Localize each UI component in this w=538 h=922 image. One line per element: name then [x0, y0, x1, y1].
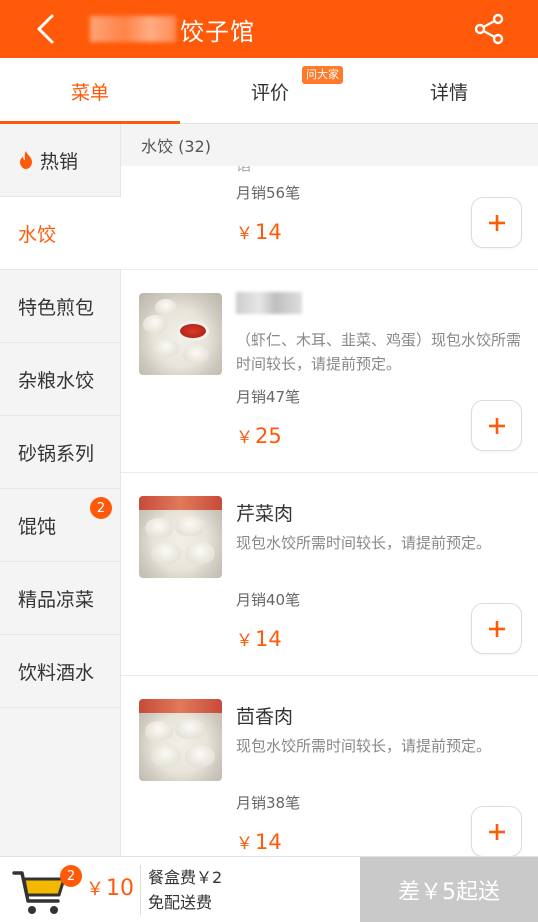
dish-image [139, 699, 222, 781]
dish-image [139, 293, 222, 375]
checkout-label: 差￥5起送 [398, 880, 500, 905]
currency-symbol: ￥ [236, 631, 253, 651]
sidebar-item-label: 特色煎包 [18, 296, 95, 319]
ask-everyone-badge: 问大家 [302, 66, 343, 84]
sidebar-item-label: 馄饨 [18, 515, 57, 538]
cart-total-value: 10 [106, 876, 134, 901]
dish-price-value: 25 [255, 424, 282, 448]
back-arrow-icon[interactable] [30, 12, 64, 46]
dish-list: 水饺 (32) 馅 月销56笔 ￥14 （虾仁、木耳、韭菜、鸡蛋）现包水饺所需时… [121, 124, 538, 856]
dish-desc: 现包水饺所需时间较长，请提前预定。 [236, 737, 492, 755]
plus-icon [488, 620, 505, 637]
dish-name: 茴香肉 [236, 706, 294, 728]
tab-bar: 菜单 评价 问大家 详情 [0, 58, 538, 124]
sidebar-item-label: 热销 [40, 150, 79, 173]
currency-symbol: ￥ [236, 834, 253, 854]
shop-title: 饺子馆 [90, 10, 255, 48]
currency-symbol: ￥ [236, 224, 253, 244]
dish-image [139, 496, 222, 578]
dish-price: ￥14 [236, 626, 282, 651]
divider [140, 865, 141, 915]
section-title: 水饺 (32) [141, 137, 211, 156]
shopping-cart-icon[interactable] [10, 859, 70, 919]
plus-icon [488, 823, 505, 840]
cart-total: ￥10 [86, 875, 134, 901]
tab-menu-label: 菜单 [70, 81, 109, 104]
dish-price-value: 14 [255, 220, 282, 244]
sidebar-item-hot[interactable]: 热销 [0, 124, 120, 197]
sidebar-item-cold-dishes[interactable]: 精品凉菜 [0, 562, 120, 635]
sidebar-item-clay-pot[interactable]: 砂锅系列 [0, 416, 120, 489]
dish-sales: 月销38笔 [236, 794, 301, 812]
plus-icon [488, 417, 505, 434]
add-to-cart-button[interactable] [471, 806, 522, 856]
dish-desc: 现包水饺所需时间较长，请提前预定。 [236, 534, 492, 552]
dish-price: ￥14 [236, 829, 282, 854]
add-to-cart-button[interactable] [471, 603, 522, 654]
app-header: 饺子馆 [0, 0, 538, 58]
tab-menu[interactable]: 菜单 [0, 58, 180, 124]
section-header: 水饺 (32) [121, 124, 538, 166]
dish-price-value: 14 [255, 830, 282, 854]
delivery-fee: 免配送费 [148, 893, 213, 912]
sidebar-item-drinks[interactable]: 饮料酒水 [0, 635, 120, 708]
shop-title-text: 饺子馆 [180, 17, 255, 46]
dish-name: 芹菜肉 [236, 503, 294, 525]
blurred-shop-name [90, 16, 176, 42]
add-to-cart-button[interactable] [471, 197, 522, 248]
fee-info: 餐盒费￥2 免配送费 [148, 865, 222, 915]
dish-sales: 月销40笔 [236, 591, 301, 609]
sidebar-item-label: 精品凉菜 [18, 588, 95, 611]
sidebar-item-label: 水饺 [18, 223, 57, 246]
sidebar-item-fried-buns[interactable]: 特色煎包 [0, 270, 120, 343]
sidebar-item-label: 砂锅系列 [18, 442, 95, 465]
dish-desc: （虾仁、木耳、韭菜、鸡蛋）现包水饺所需时间较长，请提前预定。 [236, 331, 522, 373]
dish-price: ￥25 [236, 423, 282, 448]
sidebar-item-label: 饮料酒水 [18, 661, 95, 684]
sidebar-item-label: 杂粮水饺 [18, 369, 95, 392]
dish-price-value: 14 [255, 627, 282, 651]
tab-reviews-label: 评价 [250, 81, 289, 104]
cart-bar: 2 ￥10 餐盒费￥2 免配送费 差￥5起送 [0, 856, 538, 922]
fire-icon [20, 151, 32, 169]
category-sidebar: 热销 水饺 特色煎包 杂粮水饺 砂锅系列 馄饨 2 精品凉菜 饮料酒水 [0, 124, 121, 856]
cart-count-badge: 2 [60, 865, 82, 887]
add-to-cart-button[interactable] [471, 400, 522, 451]
list-item[interactable]: 茴香肉 现包水饺所需时间较长，请提前预定。 月销38笔 ￥14 [121, 676, 538, 856]
count-badge: 2 [90, 497, 112, 519]
tab-details[interactable]: 详情 [360, 58, 538, 124]
sidebar-item-grain-dumplings[interactable]: 杂粮水饺 [0, 343, 120, 416]
checkout-button[interactable]: 差￥5起送 [360, 857, 538, 922]
list-item[interactable]: 芹菜肉 现包水饺所需时间较长，请提前预定。 月销40笔 ￥14 [121, 473, 538, 676]
sidebar-item-wonton[interactable]: 馄饨 2 [0, 489, 120, 562]
dish-price: ￥14 [236, 219, 282, 244]
list-item[interactable]: （虾仁、木耳、韭菜、鸡蛋）现包水饺所需时间较长，请提前预定。 月销47笔 ￥25 [121, 270, 538, 473]
dish-sales: 月销56笔 [236, 184, 301, 202]
plus-icon [488, 214, 505, 231]
sidebar-item-dumplings[interactable]: 水饺 [0, 197, 121, 270]
box-fee: 餐盒费￥2 [148, 868, 223, 887]
blurred-dish-name [236, 292, 302, 314]
currency-symbol: ￥ [86, 879, 104, 900]
tab-details-label: 详情 [429, 81, 468, 104]
dish-sales: 月销47笔 [236, 388, 301, 406]
share-icon[interactable] [472, 12, 506, 46]
currency-symbol: ￥ [236, 428, 253, 448]
